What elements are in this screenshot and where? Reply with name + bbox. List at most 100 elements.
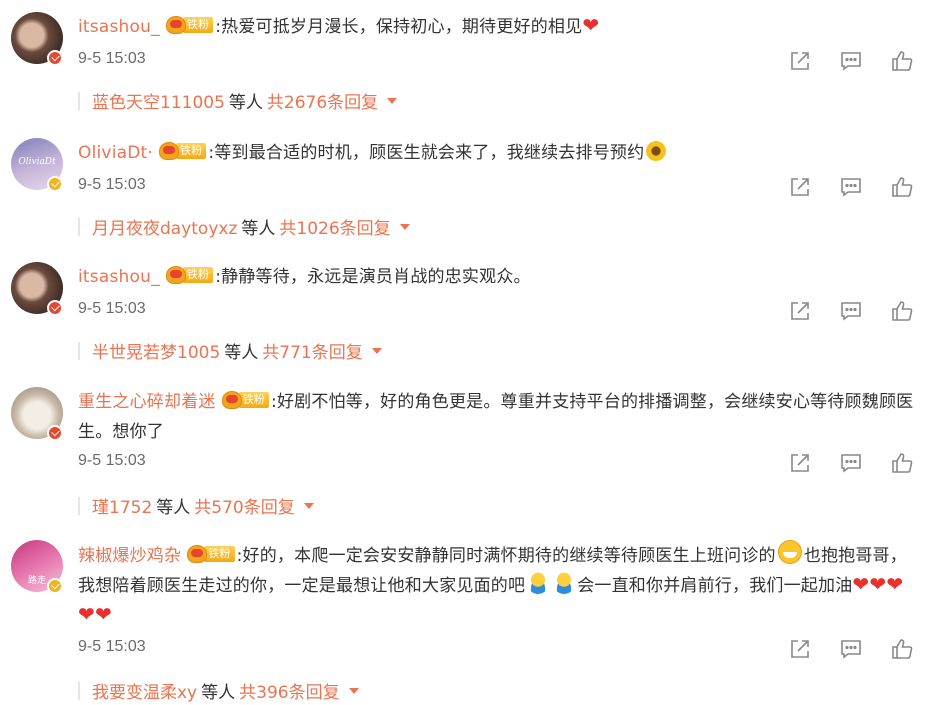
- fan-badge-label: 铁粉: [238, 392, 270, 408]
- comment-actions: [788, 451, 914, 475]
- hug-emoji-icon: [553, 572, 576, 594]
- divider: [78, 496, 80, 515]
- comment-text-block: 辣椒爆炒鸡杂 铁粉:好的，本爬一定会安安静静同时满怀期待的继续等待顾医生上班问诊的…: [78, 540, 914, 631]
- comment-text-block: 重生之心碎却着迷 铁粉:好剧不怕等，好的角色更是。尊重并支持平台的排播调整，会继续…: [78, 387, 914, 447]
- comment-icon[interactable]: [839, 299, 863, 323]
- comment-icon[interactable]: [839, 175, 863, 199]
- verified-badge-icon: [47, 425, 63, 441]
- reply-mid: 等人: [241, 219, 276, 239]
- divider: [78, 681, 80, 700]
- crown-icon: [221, 391, 242, 409]
- like-icon[interactable]: [890, 299, 914, 323]
- verified-badge-icon: [47, 300, 63, 316]
- comment-time: 9-5 15:03: [78, 50, 146, 67]
- heart-icon: ❤: [582, 13, 600, 37]
- reply-count[interactable]: 共771条回复: [262, 338, 362, 363]
- fan-badge[interactable]: 铁粉: [165, 266, 214, 284]
- comment-text-block: itsashou_ 铁粉:热爱可抵岁月漫长，保持初心，期待更好的相见❤: [78, 12, 914, 42]
- reply-user[interactable]: 月月夜夜daytoyxz: [92, 214, 237, 239]
- share-icon[interactable]: [788, 451, 812, 475]
- comment-text-block: OliviaDt· 铁粉:等到最合适的时机，顾医生就会来了，我继续去排号预约: [78, 138, 914, 168]
- fan-badge-label: 铁粉: [182, 267, 214, 283]
- comment-username[interactable]: OliviaDt·: [78, 143, 153, 163]
- heart-icon: ❤: [869, 572, 887, 596]
- fan-badge-label: 铁粉: [182, 17, 214, 33]
- reply-summary[interactable]: 半世晃若梦1005 等人 共771条回复: [78, 338, 382, 363]
- comment-username[interactable]: itsashou_: [78, 17, 160, 37]
- reply-count[interactable]: 共1026条回复: [279, 214, 390, 239]
- reply-mid: 等人: [224, 343, 259, 363]
- comment-username[interactable]: itsashou_: [78, 267, 160, 287]
- chevron-down-icon[interactable]: [399, 223, 410, 230]
- comment-actions: [788, 637, 914, 661]
- reply-mid: 等人: [201, 683, 236, 703]
- chevron-down-icon[interactable]: [348, 687, 359, 694]
- crown-icon: [187, 545, 208, 563]
- reply-summary[interactable]: 瑾1752 等人 共570条回复: [78, 493, 314, 518]
- chevron-down-icon[interactable]: [387, 97, 398, 104]
- comment-icon[interactable]: [839, 637, 863, 661]
- sunflower-icon: [646, 141, 667, 161]
- heart-icon: ❤: [94, 602, 112, 626]
- fan-badge[interactable]: 铁粉: [221, 391, 270, 409]
- share-icon[interactable]: [788, 637, 812, 661]
- comment-content-3: 会一直和你并肩前行，我们一起加油: [577, 576, 853, 596]
- reply-user[interactable]: 我要变温柔xy: [92, 678, 197, 703]
- reply-mid: 等人: [156, 498, 191, 518]
- share-icon[interactable]: [788, 299, 812, 323]
- crown-icon: [159, 142, 179, 160]
- comment-time: 9-5 15:03: [78, 452, 146, 469]
- comment-time: 9-5 15:03: [78, 300, 146, 317]
- fan-badge[interactable]: 铁粉: [165, 16, 214, 34]
- chevron-down-icon[interactable]: [371, 347, 382, 354]
- like-icon[interactable]: [890, 451, 914, 475]
- reply-user[interactable]: 瑾1752: [92, 493, 152, 518]
- comment-content: :等到最合适的时机，顾医生就会来了，我继续去排号预约: [208, 143, 645, 163]
- like-icon[interactable]: [890, 49, 914, 73]
- hug-emoji-icon: [527, 572, 550, 594]
- comment-icon[interactable]: [839, 49, 863, 73]
- chevron-down-icon[interactable]: [303, 502, 314, 509]
- crown-icon: [165, 266, 186, 284]
- divider: [78, 341, 80, 360]
- comment-username[interactable]: 重生之心碎却着迷: [78, 392, 216, 412]
- divider: [78, 217, 80, 236]
- comment-icon[interactable]: [839, 451, 863, 475]
- comment-content: :静静等待，永远是演员肖战的忠实观众。: [215, 267, 531, 287]
- heart-icon: ❤: [78, 602, 95, 626]
- reply-summary[interactable]: 月月夜夜daytoyxz 等人 共1026条回复: [78, 214, 410, 239]
- divider: [78, 91, 80, 110]
- comment-content: :好的，本爬一定会安安静静同时满怀期待的继续等待顾医生上班问诊的: [236, 546, 776, 566]
- comment-content: :热爱可抵岁月漫长，保持初心，期待更好的相见: [215, 17, 583, 37]
- comment-text-block: itsashou_ 铁粉:静静等待，永远是演员肖战的忠实观众。: [78, 262, 914, 292]
- fan-badge-label: 铁粉: [176, 143, 207, 159]
- comment-time: 9-5 15:03: [78, 176, 146, 193]
- reply-count[interactable]: 共396条回复: [239, 678, 339, 703]
- reply-user[interactable]: 半世晃若梦1005: [92, 338, 220, 363]
- comment-actions: [788, 49, 914, 73]
- comment-username[interactable]: 辣椒爆炒鸡杂: [78, 546, 181, 566]
- share-icon[interactable]: [788, 49, 812, 73]
- reply-user[interactable]: 蓝色天空111005: [92, 88, 225, 113]
- heart-icon: ❤: [886, 572, 904, 596]
- verified-badge-icon: [47, 578, 63, 594]
- fan-badge[interactable]: 铁粉: [187, 545, 235, 563]
- avatar-text: OliviaDt: [18, 157, 56, 167]
- grin-emoji-icon: [777, 540, 802, 564]
- crown-icon: [165, 16, 186, 34]
- reply-summary[interactable]: 我要变温柔xy 等人 共396条回复: [78, 678, 359, 703]
- reply-count[interactable]: 共2676条回复: [267, 88, 378, 113]
- verified-badge-icon: [47, 176, 63, 192]
- share-icon[interactable]: [788, 175, 812, 199]
- fan-badge[interactable]: 铁粉: [159, 142, 207, 160]
- verified-badge-icon: [47, 50, 63, 66]
- comment-time: 9-5 15:03: [78, 638, 146, 655]
- heart-icon: ❤: [852, 572, 870, 596]
- fan-badge-label: 铁粉: [204, 546, 235, 562]
- like-icon[interactable]: [890, 637, 914, 661]
- reply-summary[interactable]: 蓝色天空111005 等人 共2676条回复: [78, 88, 398, 113]
- comment-actions: [788, 299, 914, 323]
- like-icon[interactable]: [890, 175, 914, 199]
- reply-count[interactable]: 共570条回复: [194, 493, 294, 518]
- comment-actions: [788, 175, 914, 199]
